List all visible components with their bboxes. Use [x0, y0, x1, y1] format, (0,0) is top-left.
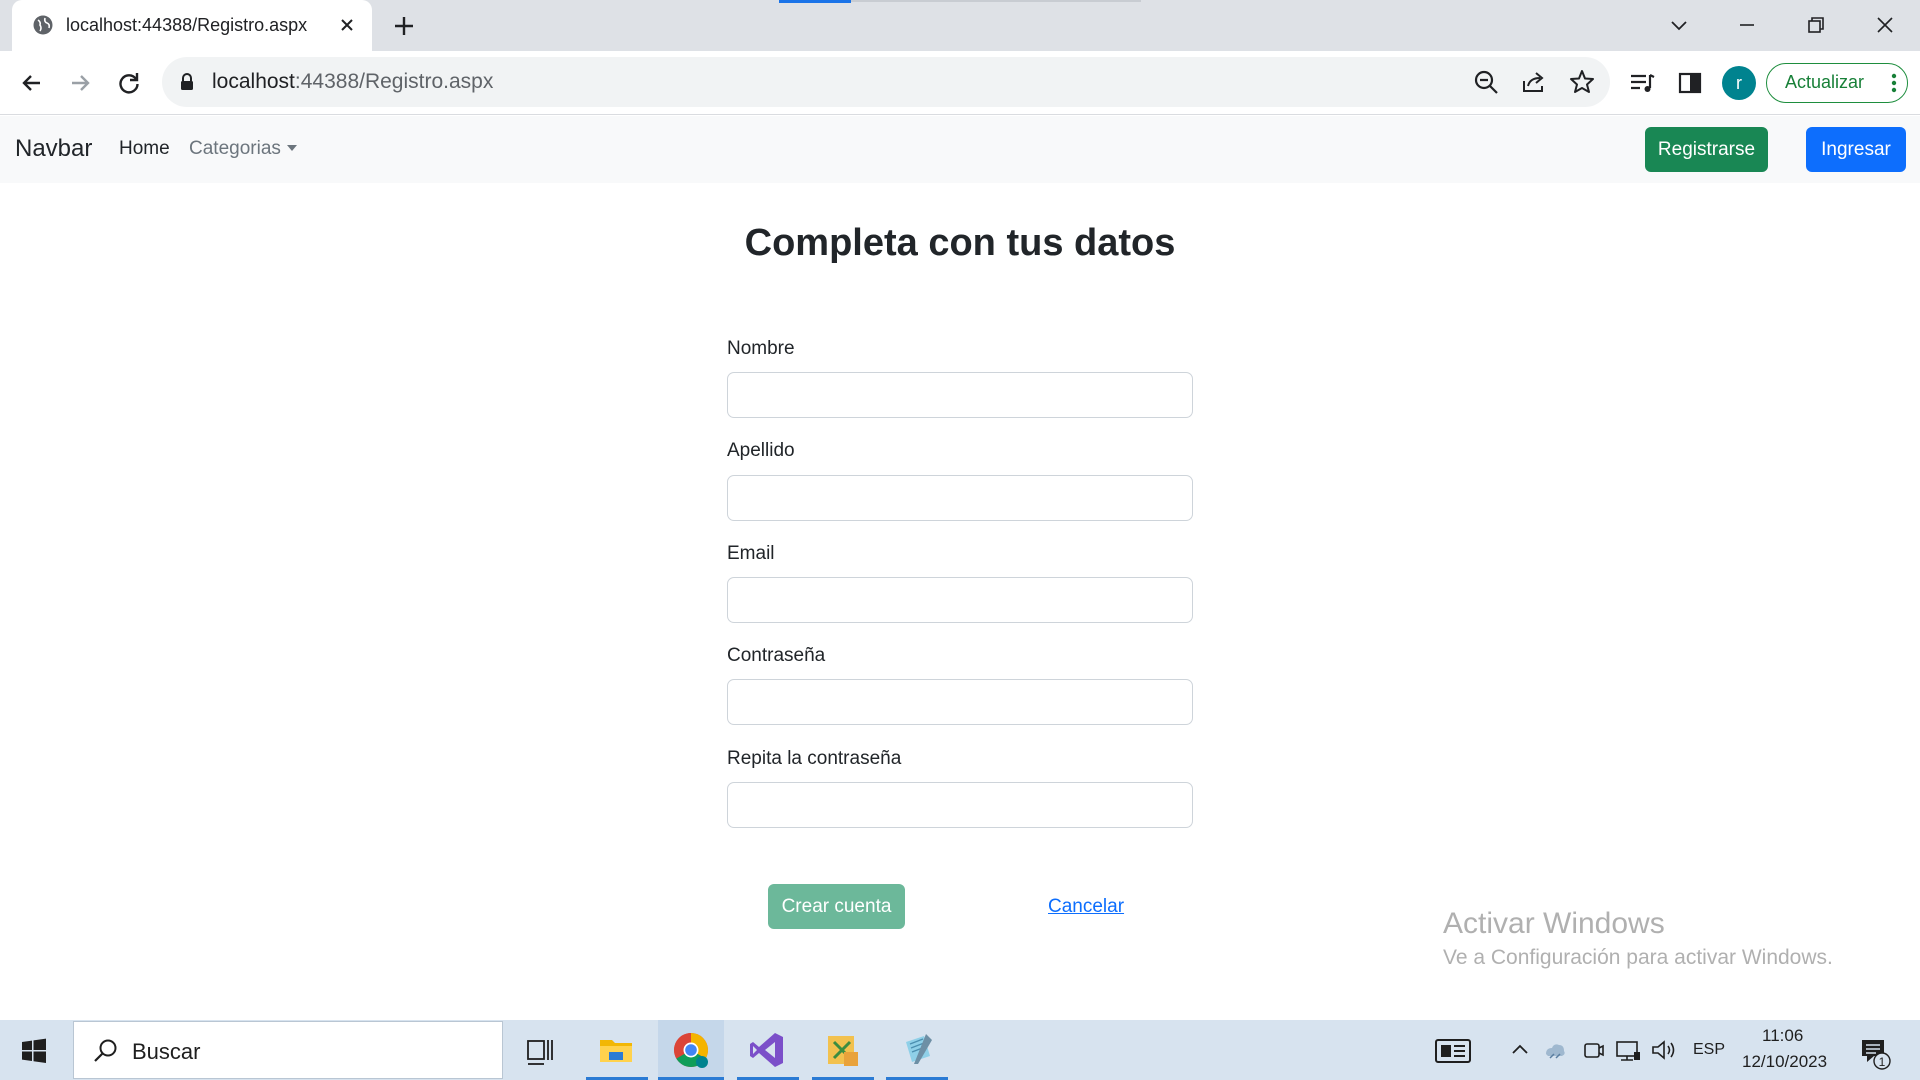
url-path: :44388/Registro.aspx — [294, 70, 494, 93]
page-title: Completa con tus datos — [744, 222, 1176, 264]
apellido-label: Apellido — [727, 440, 795, 461]
windows-start-icon[interactable] — [20, 1037, 48, 1065]
update-label: Actualizar — [1785, 72, 1865, 92]
zoom-out-icon[interactable] — [1470, 66, 1502, 98]
chrome-icon[interactable] — [669, 1028, 713, 1072]
registrarse-button[interactable]: Registrarse — [1645, 127, 1768, 172]
close-tab-icon[interactable] — [336, 14, 358, 36]
navbar-brand[interactable]: Navbar — [15, 135, 92, 163]
media-controls-icon[interactable] — [1626, 67, 1658, 99]
notification-count: 1 — [1879, 1055, 1886, 1069]
nombre-input[interactable] — [727, 372, 1193, 418]
show-hidden-icons-chevron-icon[interactable] — [1508, 1028, 1532, 1072]
crear-cuenta-button[interactable]: Crear cuenta — [768, 884, 905, 929]
lock-icon[interactable] — [178, 72, 196, 92]
tab-loading-indicator — [779, 0, 851, 3]
notifications-icon[interactable]: 1 — [1852, 1028, 1896, 1072]
volume-icon[interactable] — [1650, 1028, 1678, 1072]
cancelar-link[interactable]: Cancelar — [1048, 896, 1124, 918]
taskbar-search[interactable]: Buscar — [73, 1021, 503, 1079]
contrasena-label: Contraseña — [727, 645, 826, 666]
apellido-input[interactable] — [727, 475, 1193, 521]
network-icon[interactable] — [1614, 1028, 1642, 1072]
minimize-icon[interactable] — [1732, 10, 1762, 40]
nombre-label: Nombre — [727, 338, 795, 359]
nav-categorias-label: Categorias — [189, 138, 281, 159]
side-panel-icon[interactable] — [1674, 67, 1706, 99]
tab-search-icon[interactable] — [1664, 10, 1694, 40]
visual-studio-icon[interactable] — [745, 1028, 789, 1072]
windows-taskbar: Buscar ESP 11:06 12/10/2023 1 — [0, 1020, 1920, 1080]
url-host: localhost — [212, 70, 295, 93]
search-icon — [94, 1039, 117, 1062]
new-tab-icon[interactable] — [390, 12, 418, 40]
tab-title: localhost:44388/Registro.aspx — [66, 15, 308, 35]
profile-avatar[interactable]: r — [1722, 66, 1756, 100]
menu-dots-icon — [1891, 73, 1897, 93]
restore-icon[interactable] — [1801, 10, 1831, 40]
taskbar-search-placeholder: Buscar — [132, 1039, 201, 1064]
browser-toolbar: localhost:44388/Registro.aspx r Actualiz… — [0, 51, 1920, 115]
nav-link-home[interactable]: Home — [119, 138, 170, 160]
file-explorer-icon[interactable] — [594, 1028, 638, 1072]
onedrive-sync-icon[interactable] — [1542, 1028, 1568, 1072]
ingresar-button[interactable]: Ingresar — [1806, 127, 1906, 172]
clock-time[interactable]: 11:06 — [1762, 1026, 1803, 1046]
activation-watermark-subtitle: Ve a Configuración para activar Windows. — [1443, 946, 1833, 969]
browser-tab-strip: localhost:44388/Registro.aspx — [0, 0, 1920, 51]
close-window-icon[interactable] — [1870, 10, 1900, 40]
task-view-icon[interactable] — [518, 1028, 562, 1072]
clock-date[interactable]: 12/10/2023 — [1742, 1052, 1827, 1072]
input-language[interactable]: ESP — [1693, 1041, 1725, 1059]
share-icon[interactable] — [1518, 66, 1550, 98]
site-navbar: Navbar Home Categorias Registrarse Ingre… — [0, 116, 1920, 183]
reload-icon[interactable] — [113, 67, 145, 99]
nav-dropdown-categorias[interactable]: Categorias — [189, 138, 297, 160]
sql-tool-icon[interactable] — [820, 1028, 864, 1072]
globe-icon — [33, 15, 53, 35]
activation-watermark-title: Activar Windows — [1443, 907, 1665, 940]
url-text[interactable]: localhost:44388/Registro.aspx — [212, 70, 493, 94]
address-bar[interactable]: localhost:44388/Registro.aspx — [162, 57, 1610, 107]
bookmark-star-icon[interactable] — [1566, 66, 1598, 98]
tab-loading-track — [851, 0, 1141, 2]
repetir-contrasena-label: Repita la contraseña — [727, 748, 902, 769]
email-input[interactable] — [727, 577, 1193, 623]
meet-now-icon[interactable] — [1581, 1028, 1605, 1072]
news-widget-icon[interactable] — [1430, 1028, 1476, 1072]
update-button[interactable]: Actualizar — [1766, 63, 1908, 103]
browser-tab[interactable]: localhost:44388/Registro.aspx — [12, 0, 372, 51]
back-arrow-icon[interactable] — [16, 67, 48, 99]
notepad-icon[interactable] — [896, 1028, 940, 1072]
caret-down-icon — [286, 145, 297, 151]
contrasena-input[interactable] — [727, 679, 1193, 725]
forward-arrow-icon[interactable] — [64, 67, 96, 99]
email-label: Email — [727, 543, 775, 564]
repetir-contrasena-input[interactable] — [727, 782, 1193, 828]
